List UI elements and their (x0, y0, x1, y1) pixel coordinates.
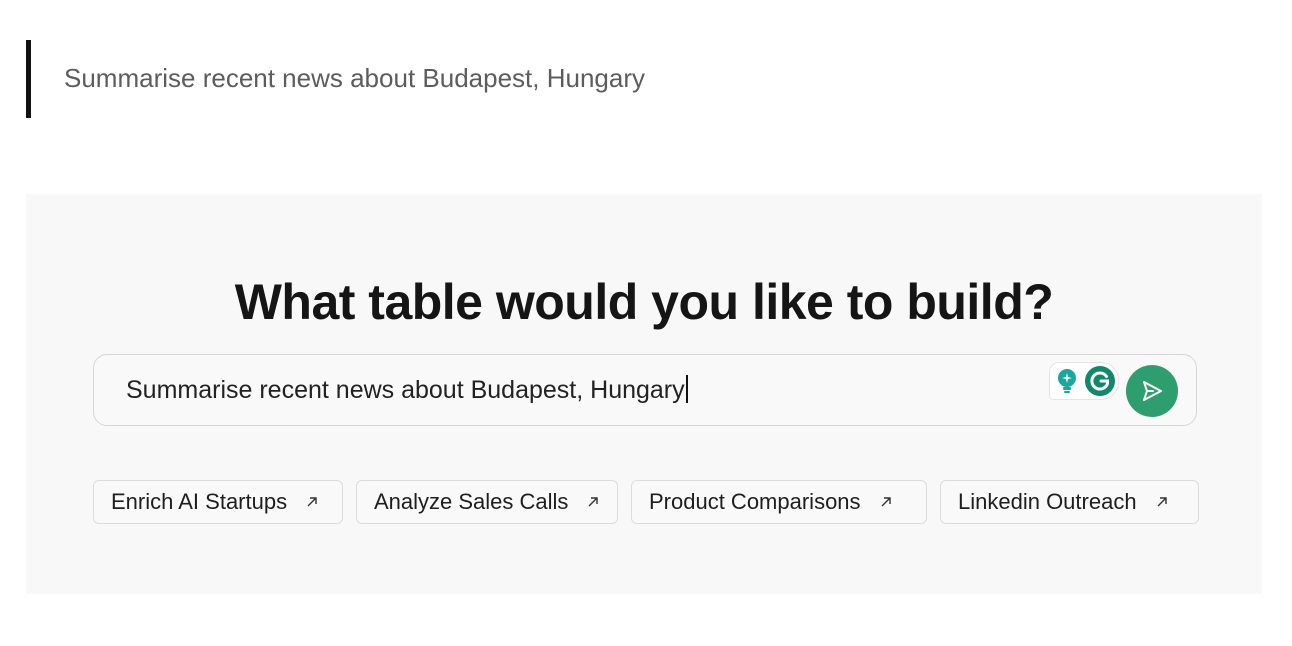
suggestion-chip-enrich-ai-startups[interactable]: Enrich AI Startups (93, 480, 343, 524)
text-caret (685, 375, 688, 403)
arrow-up-right-icon (305, 495, 319, 509)
prompt-box: Summarise recent news about Budapest, Hu… (93, 354, 1197, 426)
arrow-up-right-icon (879, 495, 893, 509)
lightbulb-icon[interactable] (1055, 368, 1079, 394)
prompt-input[interactable]: Summarise recent news about Budapest, Hu… (126, 373, 1026, 407)
blockquote: Summarise recent news about Budapest, Hu… (26, 40, 1026, 118)
send-button[interactable] (1126, 365, 1178, 417)
blockquote-bar (26, 40, 31, 118)
suggestion-chips: Enrich AI Startups Analyze Sales Calls P… (93, 480, 1203, 526)
prompt-input-text: Summarise recent news about Budapest, Hu… (126, 376, 685, 404)
suggestion-chip-product-comparisons[interactable]: Product Comparisons (631, 480, 927, 524)
grammarly-icon[interactable] (1084, 365, 1116, 397)
page-title: What table would you like to build? (234, 274, 1054, 330)
send-icon (1143, 381, 1162, 401)
suggestion-chip-linkedin-outreach[interactable]: Linkedin Outreach (940, 480, 1199, 524)
arrow-up-right-icon (1155, 495, 1169, 509)
table-builder-panel: What table would you like to build? Summ… (26, 194, 1262, 594)
chip-label: Enrich AI Startups (111, 489, 288, 514)
extension-icons (1049, 362, 1119, 400)
chip-label: Analyze Sales Calls (374, 489, 569, 514)
suggestion-chip-analyze-sales-calls[interactable]: Analyze Sales Calls (356, 480, 618, 524)
chip-label: Product Comparisons (649, 489, 861, 514)
chip-label: Linkedin Outreach (958, 489, 1137, 514)
arrow-up-right-icon (586, 495, 600, 509)
blockquote-text: Summarise recent news about Budapest, Hu… (64, 63, 645, 93)
